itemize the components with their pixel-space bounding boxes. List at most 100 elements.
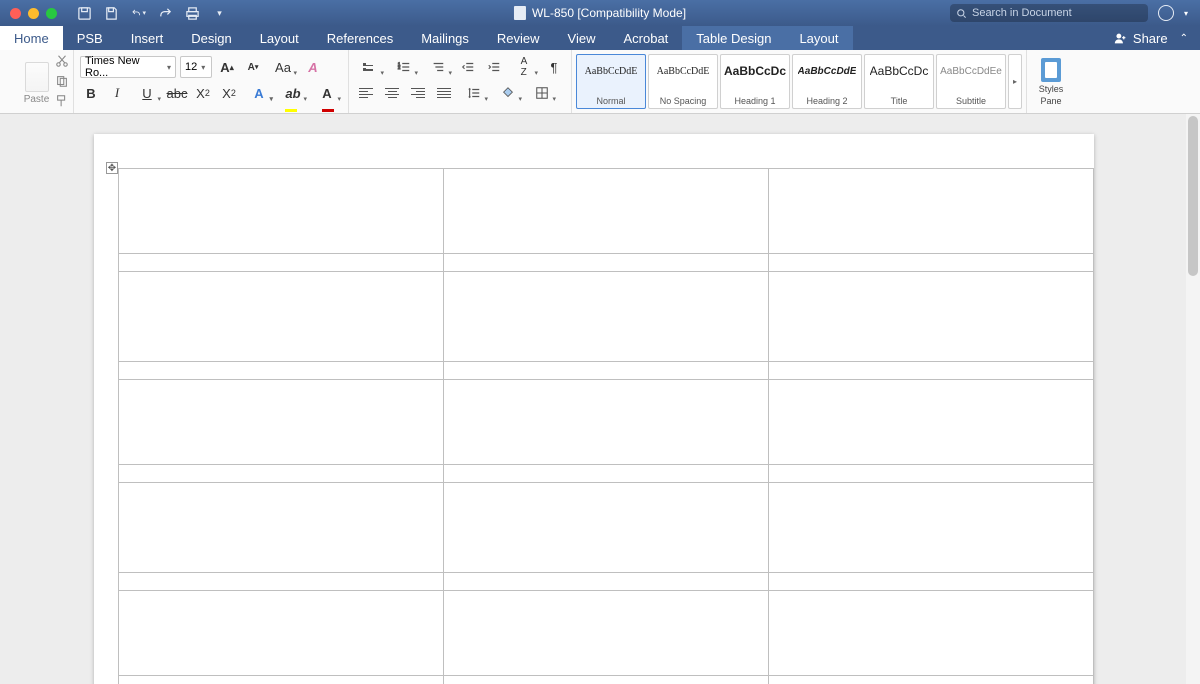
table-cell[interactable] (444, 362, 769, 380)
font-size-combo[interactable]: 12▾ (180, 56, 212, 78)
show-marks-icon[interactable]: ¶ (543, 56, 565, 78)
table-cell[interactable] (444, 380, 769, 465)
scroll-thumb[interactable] (1188, 116, 1198, 276)
document-table[interactable] (118, 168, 1094, 684)
table-cell[interactable] (119, 362, 444, 380)
subscript-button[interactable]: X2 (192, 82, 214, 104)
customize-qat-icon[interactable]: ▾ (212, 6, 227, 21)
table-cell[interactable] (444, 483, 769, 573)
table-cell[interactable] (769, 591, 1094, 676)
vertical-scrollbar[interactable] (1186, 114, 1200, 684)
feedback-icon[interactable] (1158, 5, 1174, 21)
table-cell[interactable] (119, 254, 444, 272)
document-page[interactable]: ✥ (94, 134, 1094, 684)
bullets-icon[interactable] (355, 56, 385, 78)
increase-indent-icon[interactable] (483, 56, 505, 78)
style-subtitle[interactable]: AaBbCcDdEeSubtitle (936, 54, 1006, 109)
ribbon-tab-mailings[interactable]: Mailings (407, 26, 483, 50)
ribbon-tab-insert[interactable]: Insert (117, 26, 178, 50)
shading-icon[interactable] (493, 82, 523, 104)
table-cell[interactable] (444, 465, 769, 483)
table-cell[interactable] (444, 272, 769, 362)
borders-icon[interactable] (527, 82, 557, 104)
table-cell[interactable] (119, 591, 444, 676)
table-cell[interactable] (769, 483, 1094, 573)
italic-button[interactable]: I (106, 82, 128, 104)
ribbon-tab-home[interactable]: Home (0, 26, 63, 50)
shrink-font-icon[interactable]: A▾ (242, 56, 264, 78)
search-input[interactable]: Search in Document (950, 4, 1148, 22)
paste-icon[interactable] (25, 62, 49, 92)
styles-pane-button[interactable]: Styles Pane (1027, 50, 1075, 113)
table-cell[interactable] (119, 676, 444, 684)
align-center-icon[interactable] (381, 82, 403, 104)
superscript-button[interactable]: X2 (218, 82, 240, 104)
table-cell[interactable] (119, 465, 444, 483)
format-painter-icon[interactable] (55, 94, 69, 108)
table-cell[interactable] (444, 676, 769, 684)
undo-icon[interactable]: ▾ (131, 6, 146, 21)
highlight-color-icon[interactable]: ab (278, 82, 308, 104)
styles-gallery-more-icon[interactable]: ▸ (1008, 54, 1022, 109)
align-justify-icon[interactable] (433, 82, 455, 104)
table-cell[interactable] (444, 254, 769, 272)
ribbon-tab-psb[interactable]: PSB (63, 26, 117, 50)
strikethrough-button[interactable]: abc (166, 82, 188, 104)
autosave-toggle-icon[interactable] (77, 6, 92, 21)
decrease-indent-icon[interactable] (457, 56, 479, 78)
clear-formatting-icon[interactable]: A (302, 56, 324, 78)
print-icon[interactable] (185, 6, 200, 21)
ribbon-tab-layout[interactable]: Layout (785, 26, 852, 50)
underline-button[interactable]: U (132, 82, 162, 104)
table-cell[interactable] (769, 254, 1094, 272)
table-cell[interactable] (769, 362, 1094, 380)
style-normal[interactable]: AaBbCcDdENormal (576, 54, 646, 109)
table-cell[interactable] (119, 380, 444, 465)
style-heading-1[interactable]: AaBbCcDcHeading 1 (720, 54, 790, 109)
table-move-handle-icon[interactable]: ✥ (106, 162, 118, 174)
multilevel-list-icon[interactable] (423, 56, 453, 78)
collapse-ribbon-icon[interactable]: ⌃ (1180, 33, 1188, 44)
table-cell[interactable] (769, 169, 1094, 254)
font-color-icon[interactable]: A (312, 82, 342, 104)
ribbon-tab-table-design[interactable]: Table Design (682, 26, 785, 50)
close-window-button[interactable] (10, 8, 21, 19)
table-cell[interactable] (119, 573, 444, 591)
table-cell[interactable] (769, 573, 1094, 591)
table-cell[interactable] (769, 676, 1094, 684)
ribbon-tab-acrobat[interactable]: Acrobat (609, 26, 682, 50)
ribbon-tab-layout[interactable]: Layout (246, 26, 313, 50)
fullscreen-window-button[interactable] (46, 8, 57, 19)
table-cell[interactable] (119, 169, 444, 254)
minimize-window-button[interactable] (28, 8, 39, 19)
table-cell[interactable] (769, 465, 1094, 483)
ribbon-tab-design[interactable]: Design (177, 26, 245, 50)
table-cell[interactable] (119, 483, 444, 573)
table-cell[interactable] (444, 573, 769, 591)
grow-font-icon[interactable]: A▴ (216, 56, 238, 78)
align-right-icon[interactable] (407, 82, 429, 104)
style-heading-2[interactable]: AaBbCcDdEHeading 2 (792, 54, 862, 109)
table-cell[interactable] (769, 380, 1094, 465)
feedback-chevron-icon[interactable]: ▾ (1184, 9, 1188, 18)
save-icon[interactable] (104, 6, 119, 21)
change-case-icon[interactable]: Aa (268, 56, 298, 78)
ribbon-tab-view[interactable]: View (554, 26, 610, 50)
bold-button[interactable]: B (80, 82, 102, 104)
style-title[interactable]: AaBbCcDcTitle (864, 54, 934, 109)
table-cell[interactable] (769, 272, 1094, 362)
font-name-combo[interactable]: Times New Ro...▾ (80, 56, 176, 78)
style-no-spacing[interactable]: AaBbCcDdENo Spacing (648, 54, 718, 109)
table-cell[interactable] (444, 591, 769, 676)
redo-icon[interactable] (158, 6, 173, 21)
text-effects-icon[interactable]: A (244, 82, 274, 104)
table-cell[interactable] (444, 169, 769, 254)
share-button[interactable]: Share (1133, 31, 1168, 46)
line-spacing-icon[interactable] (459, 82, 489, 104)
table-cell[interactable] (119, 272, 444, 362)
numbering-icon[interactable]: 12 (389, 56, 419, 78)
sort-icon[interactable]: AZ (509, 56, 539, 78)
copy-icon[interactable] (55, 74, 69, 88)
cut-icon[interactable] (55, 54, 69, 68)
ribbon-tab-review[interactable]: Review (483, 26, 554, 50)
